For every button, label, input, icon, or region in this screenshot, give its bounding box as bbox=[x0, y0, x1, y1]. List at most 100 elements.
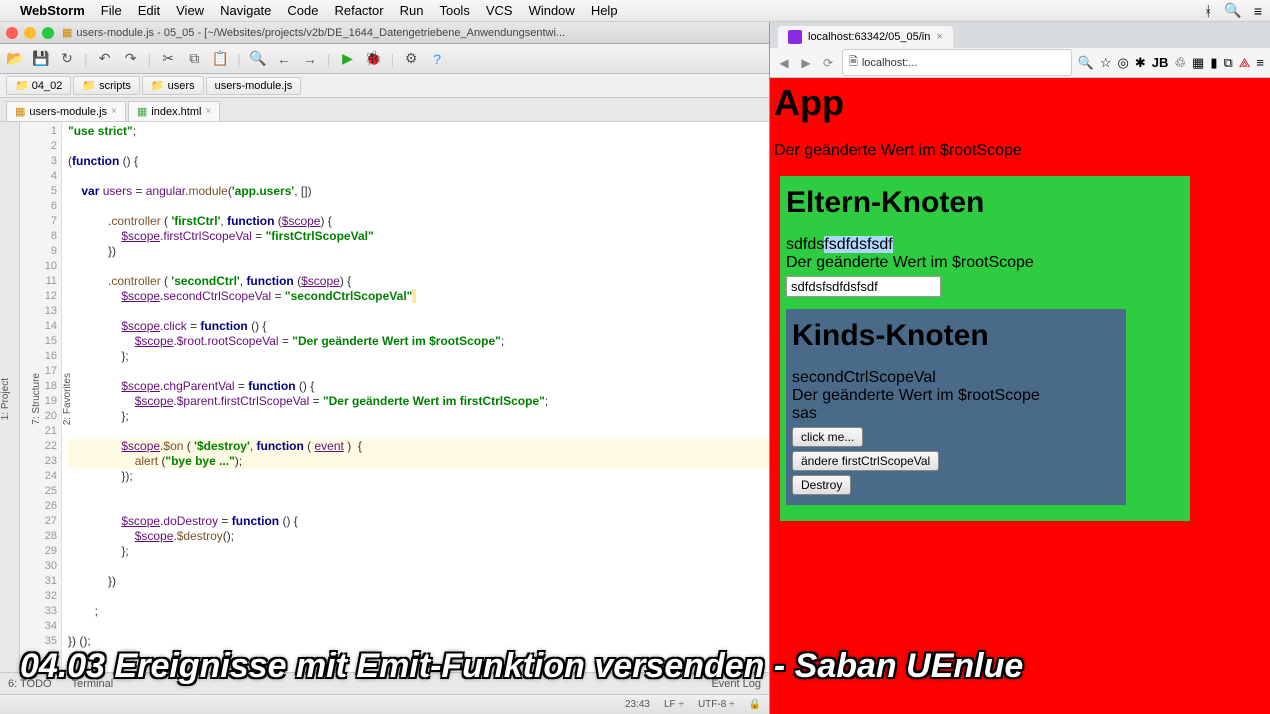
menu-vcs[interactable]: VCS bbox=[486, 3, 513, 18]
favicon-icon bbox=[788, 30, 802, 44]
cursor-position: 23:43 bbox=[625, 699, 650, 710]
click-me-button[interactable]: click me... bbox=[792, 427, 863, 447]
angular-icon[interactable]: ⟁ bbox=[1239, 55, 1251, 71]
sync-icon[interactable]: ↻ bbox=[58, 50, 76, 67]
project-tool-tab[interactable]: 1: Project bbox=[0, 378, 11, 420]
menu-view[interactable]: View bbox=[176, 3, 204, 18]
notifications-icon[interactable]: ≡ bbox=[1254, 3, 1262, 19]
root-scope-text: Der geänderte Wert im $rootScope bbox=[774, 142, 1270, 160]
star-icon[interactable]: ☆ bbox=[1100, 55, 1112, 71]
paste-icon[interactable]: 📋 bbox=[211, 50, 229, 67]
menu-edit[interactable]: Edit bbox=[138, 3, 160, 18]
gear-icon[interactable]: ✱ bbox=[1135, 55, 1146, 71]
close-icon[interactable]: × bbox=[205, 106, 211, 117]
menu-tools[interactable]: Tools bbox=[439, 3, 469, 18]
search-icon[interactable]: 🔍 bbox=[1078, 55, 1094, 71]
back-icon[interactable]: ◀ bbox=[776, 56, 792, 70]
parent-input[interactable] bbox=[786, 276, 941, 297]
chrome-window: localhost:63342/05_05/in × ◀ ▶ ⟳ 🗎 local… bbox=[770, 22, 1270, 714]
spotlight-icon[interactable]: 🔍 bbox=[1224, 2, 1241, 19]
rendered-page: App Der geänderte Wert im $rootScope Elt… bbox=[770, 78, 1270, 714]
child-line1: secondCtrlScopeVal bbox=[792, 369, 1120, 387]
minimize-window-icon[interactable] bbox=[24, 27, 36, 39]
bottom-tool-tabs: 6: TODO Terminal Event Log bbox=[0, 672, 769, 694]
menu-icon[interactable]: ≡ bbox=[1256, 55, 1264, 71]
tool-window-tabs: 1: Project 7: Structure 2: Favorites bbox=[0, 122, 20, 672]
url-text: localhost:... bbox=[862, 57, 918, 69]
menu-refactor[interactable]: Refactor bbox=[334, 3, 383, 18]
status-bar: 23:43 LF ÷ UTF-8 ÷ 🔒 bbox=[0, 694, 769, 714]
ext-grid-icon[interactable]: ▦ bbox=[1192, 55, 1204, 71]
webstorm-titlebar: ▦ users-module.js - 05_05 - [~/Websites/… bbox=[0, 22, 769, 44]
crumb-file[interactable]: users-module.js bbox=[206, 77, 302, 95]
menu-app[interactable]: WebStorm bbox=[20, 3, 85, 18]
parent-heading: Eltern-Knoten bbox=[786, 186, 1184, 220]
open-icon[interactable]: 📂 bbox=[6, 50, 24, 67]
find-icon[interactable]: 🔍 bbox=[249, 50, 267, 67]
child-heading: Kinds-Knoten bbox=[792, 319, 1120, 353]
settings-icon[interactable]: ⚙ bbox=[402, 50, 420, 67]
code-editor[interactable]: "use strict";(function () { var users = … bbox=[62, 122, 769, 672]
menu-code[interactable]: Code bbox=[287, 3, 318, 18]
redo-icon[interactable]: ↷ bbox=[122, 50, 140, 67]
zoom-window-icon[interactable] bbox=[42, 27, 54, 39]
help-icon[interactable]: ? bbox=[428, 51, 446, 67]
child-line2: Der geänderte Wert im $rootScope bbox=[792, 387, 1120, 405]
editor-tabs: ▦users-module.js× ▦index.html× bbox=[0, 98, 769, 122]
tab-users-module[interactable]: ▦users-module.js× bbox=[6, 101, 126, 121]
close-icon[interactable]: × bbox=[111, 106, 117, 117]
structure-tool-tab[interactable]: 7: Structure bbox=[31, 373, 42, 425]
menu-navigate[interactable]: Navigate bbox=[220, 3, 271, 18]
line-ending[interactable]: LF ÷ bbox=[664, 699, 684, 710]
menu-window[interactable]: Window bbox=[529, 3, 575, 18]
webstorm-toolbar: 📂 💾 ↻ | ↶ ↷ | ✂ ⧉ 📋 | 🔍 ← → | ▶ 🐞 | ⚙ ? bbox=[0, 44, 769, 74]
window-title: users-module.js - 05_05 - [~/Websites/pr… bbox=[76, 27, 565, 39]
parent-node-box: Eltern-Knoten sdfdsfsdfdsfsdf Der geände… bbox=[780, 176, 1190, 521]
undo-icon[interactable]: ↶ bbox=[96, 50, 114, 67]
crumb-folder[interactable]: 📁 04_02 bbox=[6, 76, 71, 95]
debug-icon[interactable]: 🐞 bbox=[365, 50, 383, 67]
file-icon: ▦ bbox=[62, 26, 72, 39]
page-title: App bbox=[774, 82, 1270, 124]
parent-line1: sdfdsfsdfdsfsdf bbox=[786, 236, 1184, 254]
chrome-tabstrip: localhost:63342/05_05/in × bbox=[770, 22, 1270, 48]
breadcrumb: 📁 04_02 📁 scripts 📁 users users-module.j… bbox=[0, 74, 769, 98]
chrome-tab[interactable]: localhost:63342/05_05/in × bbox=[778, 26, 953, 48]
todo-tab[interactable]: 6: TODO bbox=[8, 678, 52, 690]
webstorm-window: ▦ users-module.js - 05_05 - [~/Websites/… bbox=[0, 22, 770, 714]
back-icon[interactable]: ← bbox=[275, 51, 293, 67]
save-icon[interactable]: 💾 bbox=[32, 50, 50, 67]
menu-file[interactable]: File bbox=[101, 3, 122, 18]
tab-title: localhost:63342/05_05/in bbox=[808, 31, 930, 43]
ext-circle-icon[interactable]: ◎ bbox=[1118, 55, 1129, 71]
run-icon[interactable]: ▶ bbox=[339, 50, 357, 67]
lock-icon[interactable]: 🔒 bbox=[749, 699, 761, 710]
encoding[interactable]: UTF-8 ÷ bbox=[698, 699, 735, 710]
chrome-toolbar: ◀ ▶ ⟳ 🗎 localhost:... 🔍 ☆ ◎ ✱ JB ♲ ▦ ▮ ⧉… bbox=[770, 48, 1270, 78]
child-node-box: Kinds-Knoten secondCtrlScopeVal Der geän… bbox=[786, 309, 1126, 505]
page-icon: 🗎 bbox=[849, 53, 858, 72]
address-bar[interactable]: 🗎 localhost:... bbox=[842, 49, 1072, 76]
crumb-folder[interactable]: 📁 users bbox=[142, 76, 204, 95]
reload-icon[interactable]: ⟳ bbox=[820, 56, 836, 70]
close-window-icon[interactable] bbox=[6, 27, 18, 39]
forward-icon[interactable]: → bbox=[301, 51, 319, 67]
forward-icon[interactable]: ▶ bbox=[798, 56, 814, 70]
menu-run[interactable]: Run bbox=[400, 3, 424, 18]
change-parent-button[interactable]: ändere firstCtrlScopeVal bbox=[792, 451, 939, 471]
ext-layers-icon[interactable]: ⧉ bbox=[1224, 55, 1233, 71]
recycle-icon[interactable]: ♲ bbox=[1174, 55, 1186, 71]
terminal-tab[interactable]: Terminal bbox=[72, 678, 114, 690]
cut-icon[interactable]: ✂ bbox=[159, 50, 177, 67]
jb-icon[interactable]: JB bbox=[1152, 55, 1169, 71]
menu-help[interactable]: Help bbox=[591, 3, 618, 18]
bluetooth-icon[interactable]: ᚼ bbox=[1204, 3, 1212, 19]
copy-icon[interactable]: ⧉ bbox=[185, 50, 203, 67]
destroy-button[interactable]: Destroy bbox=[792, 475, 851, 495]
tab-index-html[interactable]: ▦index.html× bbox=[128, 101, 220, 121]
event-log-tab[interactable]: Event Log bbox=[711, 678, 761, 690]
ext-color-icon[interactable]: ▮ bbox=[1210, 55, 1217, 71]
crumb-folder[interactable]: 📁 scripts bbox=[73, 76, 140, 95]
close-icon[interactable]: × bbox=[936, 31, 942, 43]
child-line3: sas bbox=[792, 405, 1120, 423]
